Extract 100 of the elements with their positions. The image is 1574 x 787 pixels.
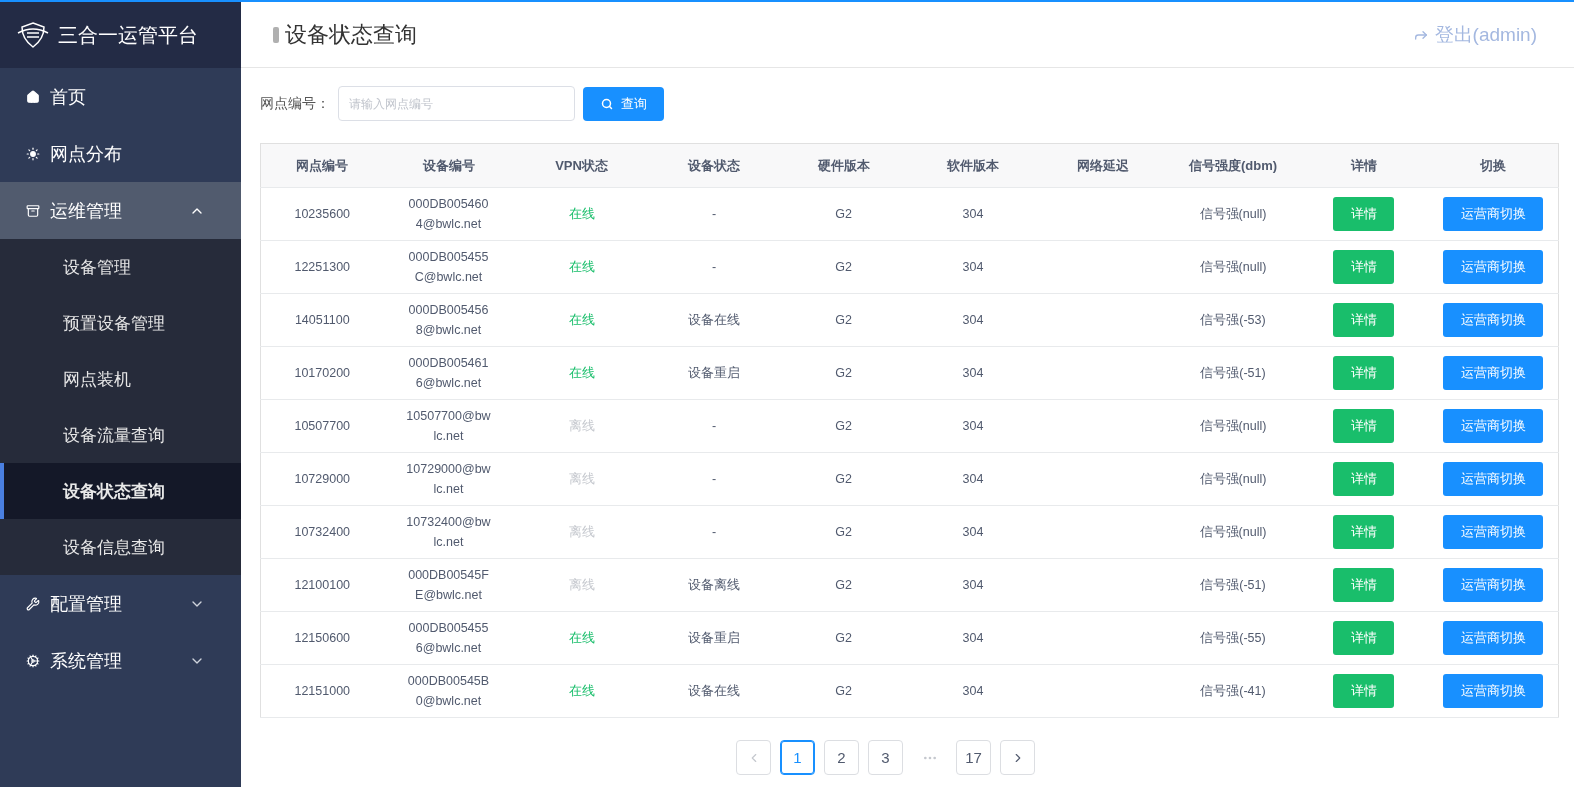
menu-item-icon (26, 146, 40, 161)
table-cell: - (649, 399, 779, 453)
detail-button[interactable]: 详情 (1333, 356, 1394, 390)
table-cell-text: 000DB00545FE@bwlc.net (407, 567, 490, 604)
carrier-switch-button[interactable]: 运营商切换 (1443, 409, 1544, 443)
page-button[interactable]: 17 (956, 740, 991, 775)
table-cell: 304 (908, 399, 1038, 453)
table-cell: 信号强(-41) (1167, 664, 1299, 718)
table-cell-text: 000DB0054616@bwlc.net (407, 355, 490, 392)
search-button[interactable]: 查询 (583, 86, 664, 121)
table-cell: G2 (778, 187, 909, 241)
sidebar-submenu-item[interactable]: 设备流量查询 (0, 407, 241, 463)
column-header: 网络延迟 (1037, 143, 1168, 188)
detail-button[interactable]: 详情 (1333, 197, 1394, 231)
next-page-button[interactable] (1000, 740, 1035, 775)
sidebar-menu-item[interactable]: 首页 (0, 68, 241, 125)
vpn-status: 离线 (568, 418, 595, 433)
sidebar-submenu-item[interactable]: 设备管理 (0, 239, 241, 295)
table-cell-text: 10729000@bwlc.net (405, 461, 492, 498)
sidebar-submenu-item[interactable]: 网点装机 (0, 351, 241, 407)
table-cell-text: 000DB00545B0@bwlc.net (406, 673, 491, 710)
table-cell: 信号强(null) (1167, 187, 1299, 241)
detail-button[interactable]: 详情 (1333, 674, 1394, 708)
vpn-status: 离线 (568, 577, 595, 592)
vpn-status: 在线 (568, 206, 595, 221)
vpn-status: 在线 (568, 312, 595, 327)
title-marker (273, 26, 279, 43)
table-cell: 304 (908, 293, 1038, 347)
table-cell: 12151000 (260, 664, 384, 718)
table-cell: G2 (778, 399, 909, 453)
sidebar-menu-item[interactable]: 配置管理 (0, 575, 241, 632)
column-header: 详情 (1298, 143, 1429, 188)
table-cell: 信号强(-53) (1167, 293, 1299, 347)
table-cell: 304 (908, 452, 1038, 506)
table-cell: 设备离线 (649, 558, 779, 612)
table-cell: G2 (778, 505, 909, 559)
page-title: 设备状态查询 (285, 20, 418, 49)
table-cell-text: 000DB0054604@bwlc.net (407, 196, 490, 233)
table-cell: 信号强(null) (1167, 399, 1299, 453)
menu-item-icon (26, 653, 40, 668)
table-cell: 设备重启 (649, 346, 779, 400)
carrier-switch-button[interactable]: 运营商切换 (1443, 462, 1544, 496)
search-icon (600, 97, 613, 110)
table-cell: - (649, 505, 779, 559)
carrier-switch-button[interactable]: 运营商切换 (1443, 515, 1544, 549)
table-cell: 12251300 (260, 240, 384, 294)
column-header: 软件版本 (908, 143, 1038, 188)
detail-button[interactable]: 详情 (1333, 462, 1394, 496)
table-cell: G2 (778, 664, 909, 718)
detail-button[interactable]: 详情 (1333, 250, 1394, 284)
detail-button[interactable]: 详情 (1333, 303, 1394, 337)
sidebar-menu-item[interactable]: 运维管理 (0, 182, 241, 239)
detail-button[interactable]: 详情 (1333, 568, 1394, 602)
detail-button[interactable]: 详情 (1333, 621, 1394, 655)
table-cell: 10732400 (260, 505, 384, 559)
table-cell: G2 (778, 558, 909, 612)
vpn-status: 在线 (568, 683, 595, 698)
table-cell: G2 (778, 240, 909, 294)
table-cell: 10235600 (260, 187, 384, 241)
sidebar-menu-item[interactable]: 网点分布 (0, 125, 241, 182)
table-cell-text: 10507700@bwlc.net (405, 408, 492, 445)
carrier-switch-button[interactable]: 运营商切换 (1443, 356, 1544, 390)
page-button[interactable]: 1 (780, 740, 815, 775)
table-cell: 信号强(null) (1167, 452, 1299, 506)
sidebar-submenu-item[interactable]: 设备状态查询 (0, 463, 241, 519)
column-header: VPN状态 (513, 143, 650, 188)
vpn-status: 离线 (568, 471, 595, 486)
table-cell: 304 (908, 240, 1038, 294)
table-cell: G2 (778, 452, 909, 506)
sidebar-submenu-item[interactable]: 设备信息查询 (0, 519, 241, 575)
page-button[interactable]: 2 (824, 740, 859, 775)
detail-button[interactable]: 详情 (1333, 515, 1394, 549)
table-cell: - (649, 240, 779, 294)
sidebar-menu-item[interactable]: 系统管理 (0, 632, 241, 689)
carrier-switch-button[interactable]: 运营商切换 (1443, 621, 1544, 655)
sidebar-submenu-item[interactable]: 预置设备管理 (0, 295, 241, 351)
carrier-switch-button[interactable]: 运营商切换 (1443, 197, 1544, 231)
table-cell: G2 (778, 346, 909, 400)
table-cell: - (649, 452, 779, 506)
carrier-switch-button[interactable]: 运营商切换 (1443, 303, 1544, 337)
carrier-switch-button[interactable]: 运营商切换 (1443, 568, 1544, 602)
vpn-status: 在线 (568, 630, 595, 645)
detail-button[interactable]: 详情 (1333, 409, 1394, 443)
table-cell: 10170200 (260, 346, 384, 400)
table-cell: 304 (908, 664, 1038, 718)
table-cell: 12150600 (260, 611, 384, 665)
table-cell-text: 000DB0054556@bwlc.net (407, 620, 490, 657)
table-cell: 信号强(null) (1167, 240, 1299, 294)
page-button[interactable]: 3 (868, 740, 903, 775)
vpn-status: 离线 (568, 524, 595, 539)
carrier-switch-button[interactable]: 运营商切换 (1443, 674, 1544, 708)
column-header: 切换 (1428, 143, 1559, 188)
carrier-switch-button[interactable]: 运营商切换 (1443, 250, 1544, 284)
table-cell: 304 (908, 346, 1038, 400)
table-cell: 304 (908, 505, 1038, 559)
table-cell: G2 (778, 293, 909, 347)
logout-link[interactable]: 登出(admin) (1412, 21, 1537, 48)
menu-item-icon (26, 596, 40, 611)
table-cell: 304 (908, 187, 1038, 241)
table-cell: 12100100 (260, 558, 384, 612)
